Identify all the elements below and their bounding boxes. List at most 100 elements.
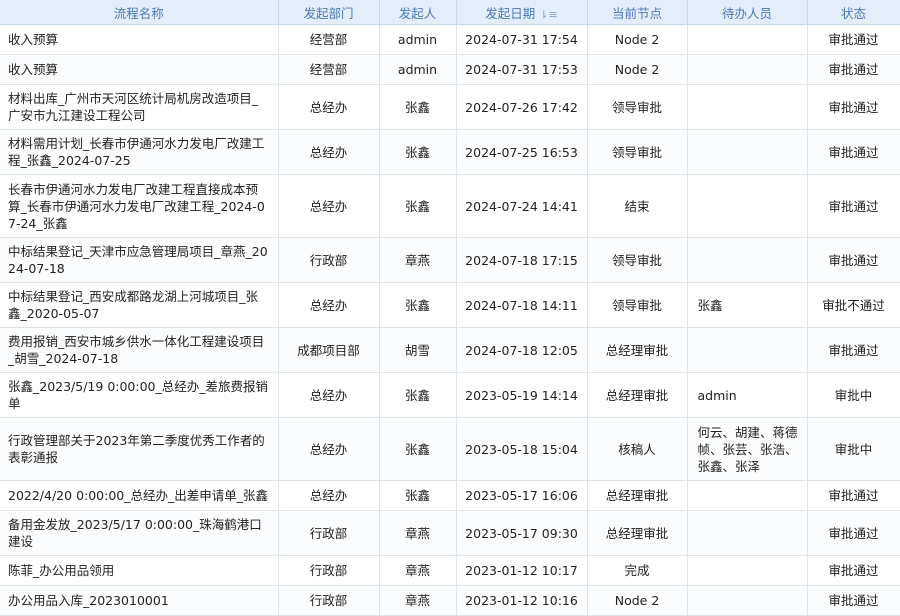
cell-pending-users (687, 174, 808, 238)
table-row[interactable]: 2022/4/20 0:00:00_总经办_出差申请单_张鑫 总经办 张鑫 2023-… (0, 480, 900, 511)
cell-current-node: 领导审批 (587, 282, 688, 328)
cell-current-node: 结束 (587, 174, 688, 238)
cell-department: 行政部 (278, 237, 380, 283)
cell-date: 2023-05-19 14:14 (456, 372, 588, 418)
cell-process-name[interactable]: 备用金发放_2023/5/17 0:00:00_珠海鹤港口建设 (0, 510, 279, 556)
cell-initiator: 章燕 (379, 510, 457, 556)
cell-process-name[interactable]: 收入预算 (0, 54, 279, 85)
cell-initiator: 胡雪 (379, 327, 457, 373)
table-row[interactable]: 长春市伊通河水力发电厂改建工程直接成本预算_长春市伊通河水力发电厂改建工程_20… (0, 174, 900, 238)
table-row[interactable]: 备用金发放_2023/5/17 0:00:00_珠海鹤港口建设 行政部 章燕 2023… (0, 510, 900, 556)
workflow-table: 流程名称 发起部门 发起人 发起日期 ⇂≡ 当前节点 待办人员 状态 收入预算 经营… (0, 0, 900, 616)
cell-initiator: 章燕 (379, 237, 457, 283)
cell-date: 2023-05-17 09:30 (456, 510, 588, 556)
cell-department: 总经办 (278, 480, 380, 511)
cell-current-node: 领导审批 (587, 84, 688, 130)
cell-status: 审批通过 (807, 174, 900, 238)
cell-date: 2024-07-31 17:54 (456, 24, 588, 55)
cell-date: 2024-07-25 16:53 (456, 129, 588, 175)
cell-initiator: 张鑫 (379, 417, 457, 481)
cell-status: 审批通过 (807, 54, 900, 85)
cell-process-name[interactable]: 长春市伊通河水力发电厂改建工程直接成本预算_长春市伊通河水力发电厂改建工程_20… (0, 174, 279, 238)
cell-current-node: 核稿人 (587, 417, 688, 481)
cell-initiator: admin (379, 24, 457, 55)
cell-department: 总经办 (278, 174, 380, 238)
table-row[interactable]: 收入预算 经营部 admin 2024-07-31 17:54 Node 2 审批通过 (0, 24, 900, 55)
table-row[interactable]: 收入预算 经营部 admin 2024-07-31 17:53 Node 2 审批通过 (0, 54, 900, 85)
cell-pending-users (687, 237, 808, 283)
cell-process-name[interactable]: 2022/4/20 0:00:00_总经办_出差申请单_张鑫 (0, 480, 279, 511)
table-row[interactable]: 费用报销_西安市城乡供水一体化工程建设项目_胡雪_2024-07-18 成都项目部… (0, 327, 900, 373)
col-header-department[interactable]: 发起部门 (278, 0, 380, 25)
col-header-current-node[interactable]: 当前节点 (587, 0, 688, 25)
cell-pending-users (687, 129, 808, 175)
table-row[interactable]: 陈菲_办公用品领用 行政部 章燕 2023-01-12 10:17 完成 审批通过 (0, 555, 900, 586)
cell-department: 总经办 (278, 84, 380, 130)
cell-date: 2024-07-26 17:42 (456, 84, 588, 130)
cell-date: 2023-05-17 16:06 (456, 480, 588, 511)
table-row[interactable]: 材料出库_广州市天河区统计局机房改造项目_广安市九江建设工程公司 总经办 张鑫 202… (0, 84, 900, 130)
cell-process-name[interactable]: 材料需用计划_长春市伊通河水力发电厂改建工程_张鑫_2024-07-25 (0, 129, 279, 175)
cell-date: 2024-07-18 12:05 (456, 327, 588, 373)
cell-status: 审批中 (807, 372, 900, 418)
cell-department: 行政部 (278, 510, 380, 556)
cell-current-node: 总经理审批 (587, 372, 688, 418)
cell-process-name[interactable]: 费用报销_西安市城乡供水一体化工程建设项目_胡雪_2024-07-18 (0, 327, 279, 373)
cell-department: 行政部 (278, 555, 380, 586)
table-row[interactable]: 材料需用计划_长春市伊通河水力发电厂改建工程_张鑫_2024-07-25 总经办张… (0, 129, 900, 175)
cell-department: 经营部 (278, 54, 380, 85)
cell-current-node: 领导审批 (587, 237, 688, 283)
cell-initiator: 张鑫 (379, 174, 457, 238)
cell-department: 总经办 (278, 372, 380, 418)
cell-process-name[interactable]: 材料出库_广州市天河区统计局机房改造项目_广安市九江建设工程公司 (0, 84, 279, 130)
col-header-date-label: 发起日期 (485, 5, 536, 21)
cell-date: 2024-07-18 17:15 (456, 237, 588, 283)
cell-initiator: 张鑫 (379, 372, 457, 418)
cell-process-name[interactable]: 张鑫_2023/5/19 0:00:00_总经办_差旅费报销单 (0, 372, 279, 418)
cell-status: 审批通过 (807, 327, 900, 373)
cell-date: 2023-01-12 10:16 (456, 585, 588, 616)
cell-current-node: 总经理审批 (587, 510, 688, 556)
cell-process-name[interactable]: 陈菲_办公用品领用 (0, 555, 279, 586)
cell-department: 经营部 (278, 24, 380, 55)
col-header-initiator[interactable]: 发起人 (379, 0, 457, 25)
cell-status: 审批通过 (807, 585, 900, 616)
cell-pending-users (687, 327, 808, 373)
table-row[interactable]: 中标结果登记_西安成都路龙湖上河城项目_张鑫_2020-05-07 总经办 张鑫 20… (0, 282, 900, 328)
cell-status: 审批通过 (807, 510, 900, 556)
cell-pending-users (687, 54, 808, 85)
cell-status: 审批通过 (807, 24, 900, 55)
cell-pending-users (687, 585, 808, 616)
table-row[interactable]: 张鑫_2023/5/19 0:00:00_总经办_差旅费报销单 总经办 张鑫 2023… (0, 372, 900, 418)
cell-date: 2023-05-18 15:04 (456, 417, 588, 481)
col-header-process-name[interactable]: 流程名称 (0, 0, 279, 25)
cell-status: 审批中 (807, 417, 900, 481)
cell-pending-users: 何云、胡建、蒋德帧、张芸、张浩、张鑫、张泽 (687, 417, 808, 481)
cell-initiator: 张鑫 (379, 84, 457, 130)
sort-descending-icon[interactable]: ⇂≡ (539, 8, 557, 21)
cell-current-node: 完成 (587, 555, 688, 586)
cell-date: 2023-01-12 10:17 (456, 555, 588, 586)
cell-pending-users: 张鑫 (687, 282, 808, 328)
table-row[interactable]: 行政管理部关于2023年第二季度优秀工作者的表彰通报 总经办 张鑫 2023-05-1… (0, 417, 900, 481)
cell-status: 审批通过 (807, 129, 900, 175)
cell-process-name[interactable]: 办公用品入库_2023010001 (0, 585, 279, 616)
cell-process-name[interactable]: 收入预算 (0, 24, 279, 55)
table-row[interactable]: 办公用品入库_2023010001 行政部 章燕 2023-01-12 10:16 No… (0, 585, 900, 616)
col-header-pending-users[interactable]: 待办人员 (687, 0, 808, 25)
col-header-date[interactable]: 发起日期 ⇂≡ (456, 0, 588, 25)
col-header-status[interactable]: 状态 (807, 0, 900, 25)
cell-pending-users (687, 480, 808, 511)
cell-initiator: 章燕 (379, 585, 457, 616)
cell-process-name[interactable]: 中标结果登记_西安成都路龙湖上河城项目_张鑫_2020-05-07 (0, 282, 279, 328)
cell-status: 审批通过 (807, 555, 900, 586)
cell-status: 审批通过 (807, 237, 900, 283)
table-row[interactable]: 中标结果登记_天津市应急管理局项目_章燕_2024-07-18 行政部 章燕 2024… (0, 237, 900, 283)
cell-current-node: 总经理审批 (587, 327, 688, 373)
cell-current-node: 领导审批 (587, 129, 688, 175)
cell-process-name[interactable]: 中标结果登记_天津市应急管理局项目_章燕_2024-07-18 (0, 237, 279, 283)
table-header-row: 流程名称 发起部门 发起人 发起日期 ⇂≡ 当前节点 待办人员 状态 (0, 0, 900, 25)
cell-department: 行政部 (278, 585, 380, 616)
cell-department: 成都项目部 (278, 327, 380, 373)
cell-process-name[interactable]: 行政管理部关于2023年第二季度优秀工作者的表彰通报 (0, 417, 279, 481)
